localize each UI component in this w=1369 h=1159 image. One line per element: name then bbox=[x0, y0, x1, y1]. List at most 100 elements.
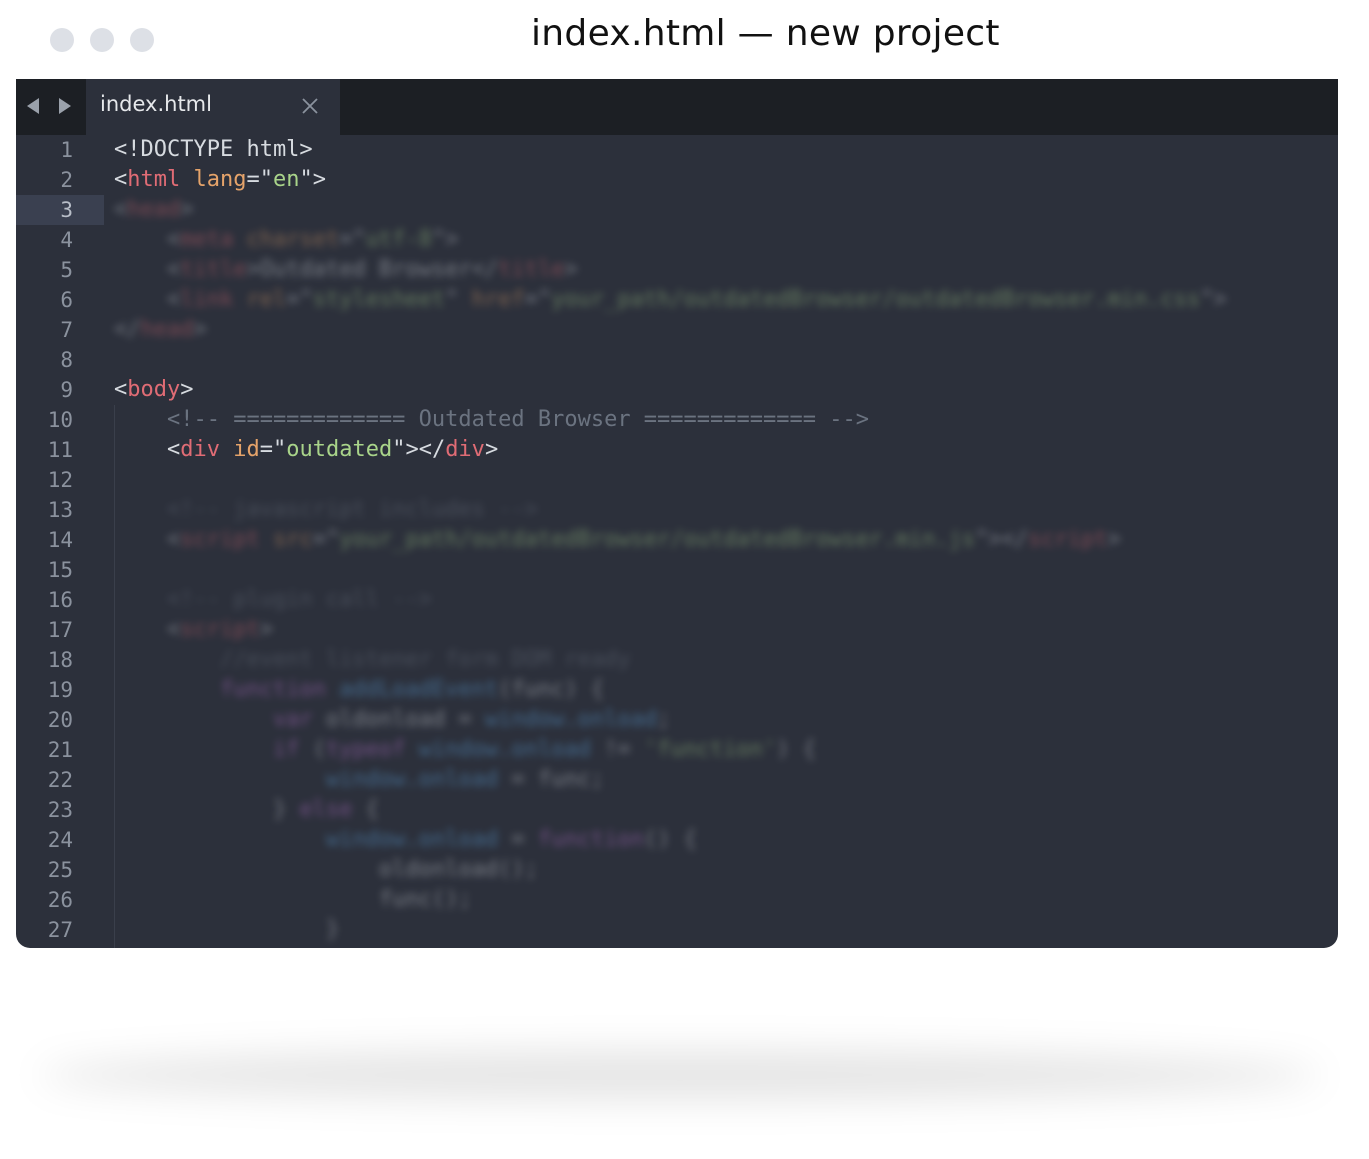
line-number: 22 bbox=[47, 768, 73, 792]
code-token: > bbox=[484, 437, 499, 462]
code-line: <html lang="en"> bbox=[114, 165, 326, 195]
code-line: function addLoadEvent(func) { bbox=[114, 675, 604, 705]
forward-arrow-icon[interactable] bbox=[54, 95, 74, 117]
code-line: <head> bbox=[114, 195, 193, 225]
code-token: typeof bbox=[325, 737, 419, 762]
code-token: lang bbox=[193, 167, 247, 192]
line-number: 4 bbox=[60, 228, 73, 252]
code-token: html bbox=[127, 167, 181, 192]
code-token: > bbox=[180, 197, 194, 222]
code-token: "> bbox=[299, 167, 326, 192]
line-number: 21 bbox=[47, 738, 73, 762]
code-token: window.onload bbox=[418, 737, 591, 762]
code-token: > bbox=[1107, 527, 1121, 552]
line-number: 11 bbox=[47, 438, 73, 462]
code-token: id bbox=[233, 437, 260, 462]
code-line: <!DOCTYPE html> bbox=[114, 135, 313, 165]
line-number: 20 bbox=[47, 708, 73, 732]
line-number: 24 bbox=[47, 828, 73, 852]
line-number: 6 bbox=[60, 288, 73, 312]
code-token: if bbox=[114, 737, 313, 762]
code-token: } bbox=[114, 917, 340, 942]
code-token: > bbox=[259, 617, 273, 642]
code-token: =" bbox=[312, 527, 340, 552]
minimize-window-button[interactable] bbox=[90, 28, 114, 52]
code-token: div bbox=[180, 437, 220, 462]
code-token: = func; bbox=[498, 767, 605, 792]
line-number: 25 bbox=[47, 858, 73, 882]
code-token: src bbox=[272, 527, 313, 552]
code-line: <link rel="stylesheet" href="your_path/o… bbox=[114, 285, 1227, 315]
code-line: oldonload(); bbox=[114, 855, 538, 885]
line-number: 2 bbox=[60, 168, 73, 192]
code-line: <script> bbox=[114, 615, 273, 645]
code-token: "> bbox=[431, 227, 459, 252]
line-number: 17 bbox=[47, 618, 73, 642]
code-line: <script src="your_path/outdatedBrowser/o… bbox=[114, 525, 1121, 555]
code-token: window.onload bbox=[114, 827, 499, 852]
code-token: = bbox=[498, 827, 538, 852]
code-token: ) { bbox=[776, 737, 817, 762]
code-token: href bbox=[471, 287, 525, 312]
back-arrow-icon[interactable] bbox=[24, 95, 44, 117]
code-token: > bbox=[564, 257, 578, 282]
close-window-button[interactable] bbox=[50, 28, 74, 52]
line-number: 13 bbox=[47, 498, 73, 522]
line-number-gutter: 1 2 3 4 5 6 7 8 9 10 11 12 13 14 15 16 17 18 19 20 21 22 23 24 2… bbox=[16, 135, 104, 948]
code-token: } bbox=[114, 797, 300, 822]
code-token: function bbox=[114, 677, 340, 702]
line-number: 1 bbox=[60, 138, 73, 162]
close-icon[interactable] bbox=[298, 94, 322, 118]
code-token: div bbox=[445, 437, 485, 462]
code-token: >Outdated Browser</ bbox=[246, 257, 499, 282]
line-number: 8 bbox=[60, 348, 73, 372]
code-token: <!DOCTYPE html> bbox=[114, 137, 313, 162]
code-line: <!-- plugin call --> bbox=[114, 585, 432, 615]
code-line: <body> bbox=[114, 375, 193, 405]
code-token: < bbox=[114, 167, 128, 192]
code-line: } else { bbox=[114, 795, 379, 825]
code-token: head bbox=[140, 317, 194, 342]
code-token: != bbox=[590, 737, 644, 762]
line-number: 18 bbox=[47, 648, 73, 672]
code-area[interactable]: <!DOCTYPE html> <html lang="en"> <head> <m… bbox=[114, 135, 1334, 948]
line-number: 3 bbox=[60, 198, 73, 222]
code-line: } bbox=[114, 915, 339, 945]
code-token: <!-- plugin call --> bbox=[114, 587, 432, 612]
code-token: 'function' bbox=[643, 737, 777, 762]
line-number: 7 bbox=[60, 318, 73, 342]
code-line: if (typeof window.onload != 'function') … bbox=[114, 735, 816, 765]
code-editor[interactable]: 1 2 3 4 5 6 7 8 9 10 11 12 13 14 15 16 17 18 19 20 21 22 23 24 2… bbox=[16, 135, 1338, 948]
window-shadow bbox=[40, 1050, 1320, 1100]
tab-index-html[interactable]: index.html bbox=[86, 79, 340, 135]
code-token: rel bbox=[246, 287, 287, 312]
tab-bar: index.html bbox=[16, 79, 1338, 135]
code-token: { bbox=[352, 797, 379, 822]
code-token: "></ bbox=[392, 437, 446, 462]
code-token: your_path/outdatedBrowser/outdatedBrowse… bbox=[551, 287, 1201, 312]
code-token: func(); bbox=[114, 887, 472, 912]
line-number: 9 bbox=[60, 378, 73, 402]
code-token: charset bbox=[246, 227, 340, 252]
code-token: " bbox=[445, 287, 472, 312]
code-token: en bbox=[272, 167, 300, 192]
code-line: //event listener form DOM ready bbox=[114, 645, 631, 675]
code-token: title bbox=[180, 257, 247, 282]
code-token: oldonload = bbox=[325, 707, 485, 732]
code-token: meta bbox=[180, 227, 234, 252]
code-token: < bbox=[114, 287, 181, 312]
code-token: function bbox=[537, 827, 644, 852]
code-token: "></ bbox=[974, 527, 1028, 552]
code-token: =" bbox=[259, 437, 287, 462]
line-number: 16 bbox=[47, 588, 73, 612]
code-token: addLoadEvent bbox=[339, 677, 499, 702]
code-token: window.onload bbox=[114, 767, 499, 792]
code-token: > bbox=[180, 377, 194, 402]
zoom-window-button[interactable] bbox=[130, 28, 154, 52]
window-title: index.html — new project bbox=[531, 13, 1000, 54]
code-line: </head> bbox=[114, 315, 207, 345]
